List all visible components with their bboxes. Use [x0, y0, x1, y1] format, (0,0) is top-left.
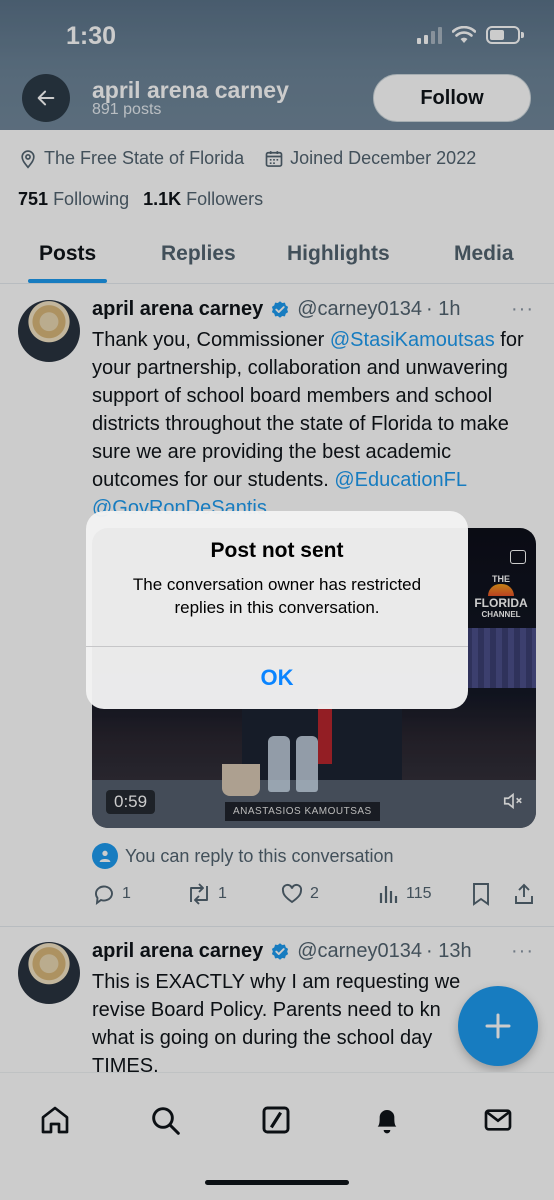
alert-ok-button[interactable]: OK: [86, 647, 468, 709]
alert-title: Post not sent: [210, 539, 344, 562]
profile-screen: 1:30 april arena carney 891 posts Follow…: [0, 0, 554, 1200]
alert-dialog: Post not sent The conversation owner has…: [86, 511, 468, 709]
alert-message: The conversation owner has restricted re…: [132, 575, 422, 617]
